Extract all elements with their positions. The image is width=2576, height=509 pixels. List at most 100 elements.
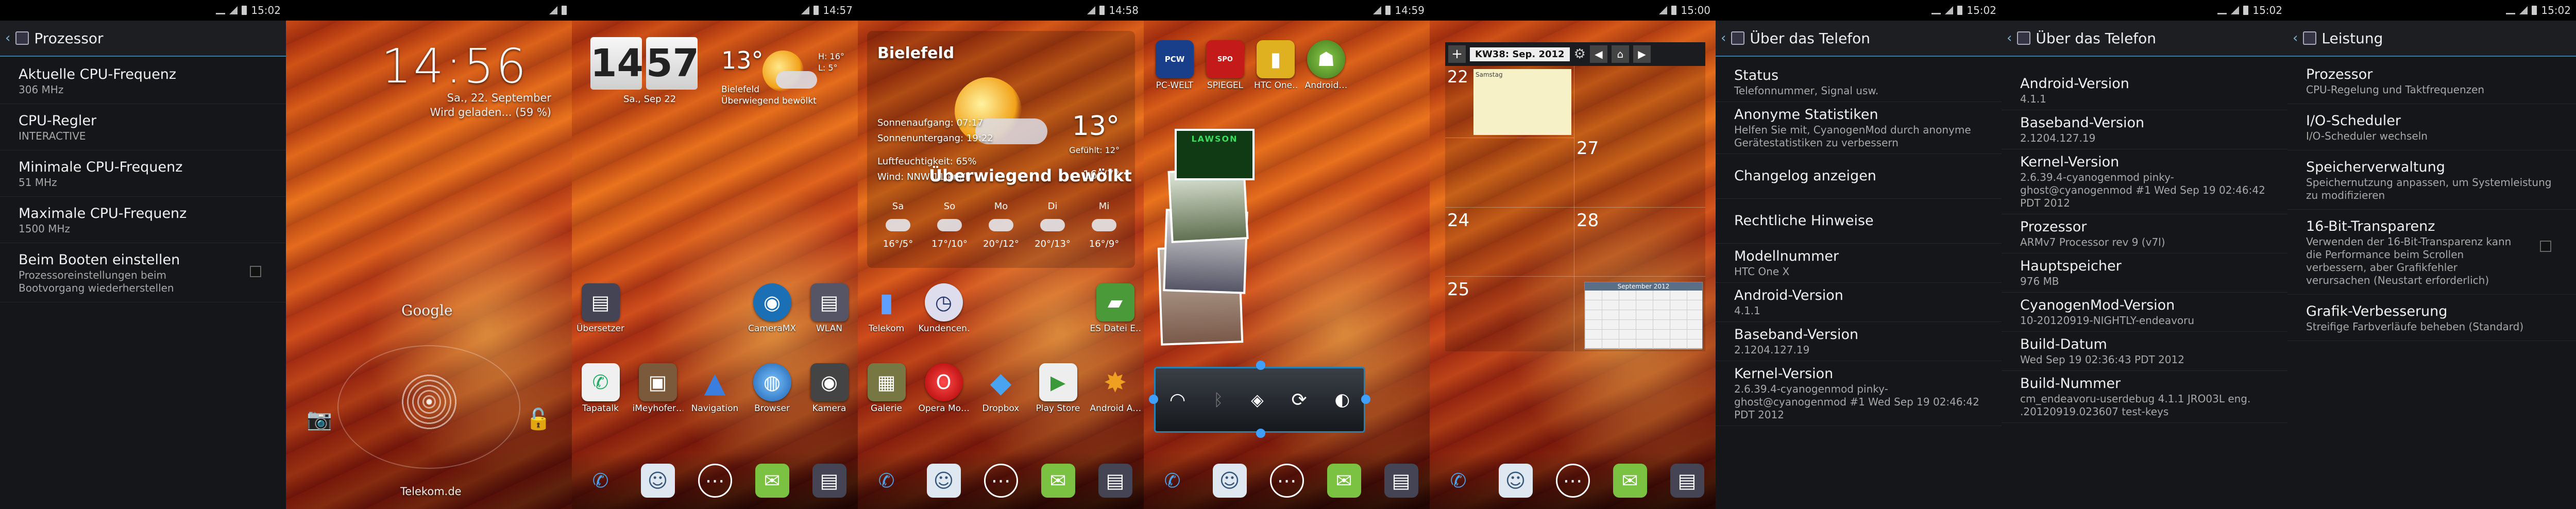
- settings-app-icon[interactable]: [2303, 31, 2317, 45]
- back-icon[interactable]: ‹: [1721, 30, 1726, 46]
- brightness-toggle-icon[interactable]: ◐: [1334, 389, 1350, 410]
- mini-month-calendar[interactable]: September 2012: [1584, 282, 1703, 349]
- setting-graphics-enhancement[interactable]: Grafik-Verbesserung Streifige Farbverläuf…: [2287, 295, 2576, 341]
- app-spiegel[interactable]: SPO SPIEGEL: [1204, 40, 1247, 91]
- app-drawer-icon[interactable]: ⋯: [1269, 464, 1304, 498]
- back-icon[interactable]: ‹: [2293, 30, 2298, 46]
- messaging-icon[interactable]: ✉: [1327, 464, 1361, 498]
- app-tapatalk[interactable]: ✆ Tapatalk: [575, 363, 626, 414]
- setting-memory-management[interactable]: Speicherverwaltung Speichernutzung anpass…: [2287, 150, 2576, 210]
- photo-stack-widget[interactable]: LAWSON: [1157, 124, 1283, 346]
- app-telekom[interactable]: ▮ Telekom: [861, 283, 912, 334]
- setting-android-version[interactable]: Android-Version 4.1.1: [2002, 71, 2287, 110]
- app-drawer-icon[interactable]: ⋯: [698, 464, 732, 498]
- sync-toggle-icon[interactable]: ⟳: [1291, 389, 1307, 411]
- setting-min-cpu-freq[interactable]: Minimale CPU-Frequenz 51 MHz: [0, 150, 286, 197]
- wifi-status-icon: [2506, 6, 2516, 14]
- widget-dock-icon[interactable]: ▤: [1098, 464, 1132, 498]
- app-drawer-icon[interactable]: ⋯: [1555, 464, 1590, 498]
- back-icon[interactable]: ‹: [5, 30, 10, 46]
- setting-legal[interactable]: Rechtliche Hinweise: [1716, 199, 2002, 244]
- setting-io-scheduler[interactable]: I/O-Scheduler I/O-Scheduler wechseln: [2287, 104, 2576, 150]
- widget-dock-icon[interactable]: ▤: [812, 464, 846, 498]
- app-es-datei[interactable]: ▰ ES Datei E…: [1090, 283, 1141, 334]
- home-icon[interactable]: ⌂: [1611, 45, 1629, 63]
- bluetooth-toggle-icon[interactable]: ᛒ: [1213, 390, 1223, 410]
- messaging-icon[interactable]: ✉: [1041, 464, 1075, 498]
- resize-handle[interactable]: [1256, 361, 1265, 370]
- signal-icon: [549, 6, 557, 14]
- prev-icon[interactable]: ◀: [1589, 45, 1607, 63]
- set-on-boot-checkbox[interactable]: [250, 266, 261, 277]
- app-pc-welt[interactable]: PCW PC-WELT: [1153, 40, 1196, 91]
- setting-summary: 4.1.1: [1734, 304, 1760, 317]
- settings-app-icon[interactable]: [15, 31, 29, 45]
- resize-handle[interactable]: [1256, 429, 1265, 438]
- resize-handle[interactable]: [1149, 395, 1158, 404]
- unlock-handle[interactable]: [398, 371, 460, 433]
- app-browser[interactable]: ◍ Browser: [747, 363, 798, 414]
- phone-icon[interactable]: ✆: [584, 464, 618, 498]
- spiegel-icon: SPO: [1206, 40, 1244, 78]
- setting-16bit-transparency[interactable]: 16-Bit-Transparenz Verwenden der 16-Bit-T…: [2287, 210, 2576, 295]
- widget-dock-icon[interactable]: ▤: [1384, 464, 1418, 498]
- app-kamera[interactable]: ◉ Kamera: [804, 363, 855, 414]
- app-galerie[interactable]: ▦ Galerie: [861, 363, 912, 414]
- unlock-icon[interactable]: 🔓: [526, 407, 551, 431]
- settings-app-icon[interactable]: [2017, 31, 2031, 45]
- calendar-day-22[interactable]: 22 Samstag: [1445, 66, 1574, 138]
- weather-widget[interactable]: Bielefeld 13° Gefühlt: 12° 16°/7° Sonnen…: [867, 31, 1135, 268]
- app-play-store[interactable]: ▶ Play Store: [1033, 363, 1083, 414]
- next-icon[interactable]: ▶: [1633, 45, 1651, 63]
- app-kundencenter[interactable]: ◷ Kundencen…: [919, 283, 969, 334]
- setting-status[interactable]: Status Telefonnummer, Signal usw.: [1716, 63, 2002, 102]
- widget-dock-icon[interactable]: ▤: [1670, 464, 1704, 498]
- day-number: 24: [1447, 210, 1470, 231]
- setting-cpu-governor[interactable]: CPU-Regler INTERACTIVE: [0, 104, 286, 150]
- setting-processor[interactable]: Prozessor CPU-Regelung und Taktfrequenzen: [2287, 58, 2576, 104]
- app-dropbox[interactable]: ◆ Dropbox: [976, 363, 1026, 414]
- setting-android-version[interactable]: Android-Version 4.1.1: [1716, 283, 2002, 322]
- gps-toggle-icon[interactable]: ◈: [1251, 390, 1264, 410]
- calendar-widget[interactable]: + KW38: Sep. 2012 ⚙ ◀ ⌂ ▶ 22 Samstag 27 …: [1445, 42, 1705, 351]
- phone-icon[interactable]: ✆: [1442, 464, 1476, 498]
- app-cameramx[interactable]: ◉ CameraMX: [747, 283, 798, 334]
- setting-anonymous-stats[interactable]: Anonyme Statistiken Helfen Sie mit, Cyano…: [1716, 102, 2002, 154]
- contacts-icon[interactable]: ☺: [926, 464, 961, 498]
- gear-icon[interactable]: ⚙: [1574, 46, 1586, 62]
- forecast-cloud-icon: [1040, 219, 1065, 231]
- app-opera[interactable]: O Opera Mo…: [919, 363, 969, 414]
- phone-icon[interactable]: ✆: [870, 464, 904, 498]
- setting-set-on-boot[interactable]: Beim Booten einstellen Prozessoreinstellu…: [0, 243, 286, 302]
- power-widget[interactable]: ◠ ᛒ ◈ ⟳ ◐: [1154, 367, 1365, 433]
- setting-summary: 2.1204.127.19: [2020, 132, 2096, 144]
- camera-icon[interactable]: 📷: [307, 407, 332, 431]
- settings-app-icon[interactable]: [1731, 31, 1745, 45]
- messaging-icon[interactable]: ✉: [1613, 464, 1647, 498]
- setting-max-cpu-freq[interactable]: Maximale CPU-Frequenz 1500 MHz: [0, 197, 286, 243]
- app-drawer-icon[interactable]: ⋯: [984, 464, 1018, 498]
- setting-current-cpu-freq[interactable]: Aktuelle CPU-Frequenz 306 MHz: [0, 58, 286, 104]
- app-wlan[interactable]: ▤ WLAN: [804, 283, 855, 334]
- back-icon[interactable]: ‹: [2007, 30, 2012, 46]
- contacts-icon[interactable]: ☺: [640, 464, 675, 498]
- messaging-icon[interactable]: ✉: [755, 464, 789, 498]
- app-android[interactable]: ☗ Android…: [1304, 40, 1348, 91]
- app-imeyhofer[interactable]: ▣ iMeyhofer…: [633, 363, 683, 414]
- contacts-icon[interactable]: ☺: [1212, 464, 1247, 498]
- battery-icon: [1671, 6, 1677, 15]
- resize-handle[interactable]: [1361, 395, 1370, 404]
- flip-clock-widget[interactable]: 14 57: [590, 37, 699, 90]
- app-translator[interactable]: ▤ Übersetzer: [575, 283, 626, 334]
- contacts-icon[interactable]: ☺: [1498, 464, 1533, 498]
- app-android-assistant[interactable]: ✸ Android A…: [1090, 363, 1141, 414]
- wifi-toggle-icon[interactable]: ◠: [1170, 389, 1185, 411]
- app-navigation[interactable]: ▲ Navigation: [690, 363, 740, 414]
- add-event-icon[interactable]: +: [1448, 45, 1466, 63]
- setting-changelog[interactable]: Changelog anzeigen: [1716, 154, 2002, 199]
- 16bit-transparency-checkbox[interactable]: [2540, 241, 2551, 252]
- settings-list: Status Telefonnummer, Signal usw. Anonyme…: [1716, 63, 2002, 426]
- phone-icon[interactable]: ✆: [1156, 464, 1190, 498]
- app-htc-one[interactable]: ▮ HTC One…: [1254, 40, 1297, 91]
- setting-summary: Telefonnummer, Signal usw.: [1734, 84, 1879, 97]
